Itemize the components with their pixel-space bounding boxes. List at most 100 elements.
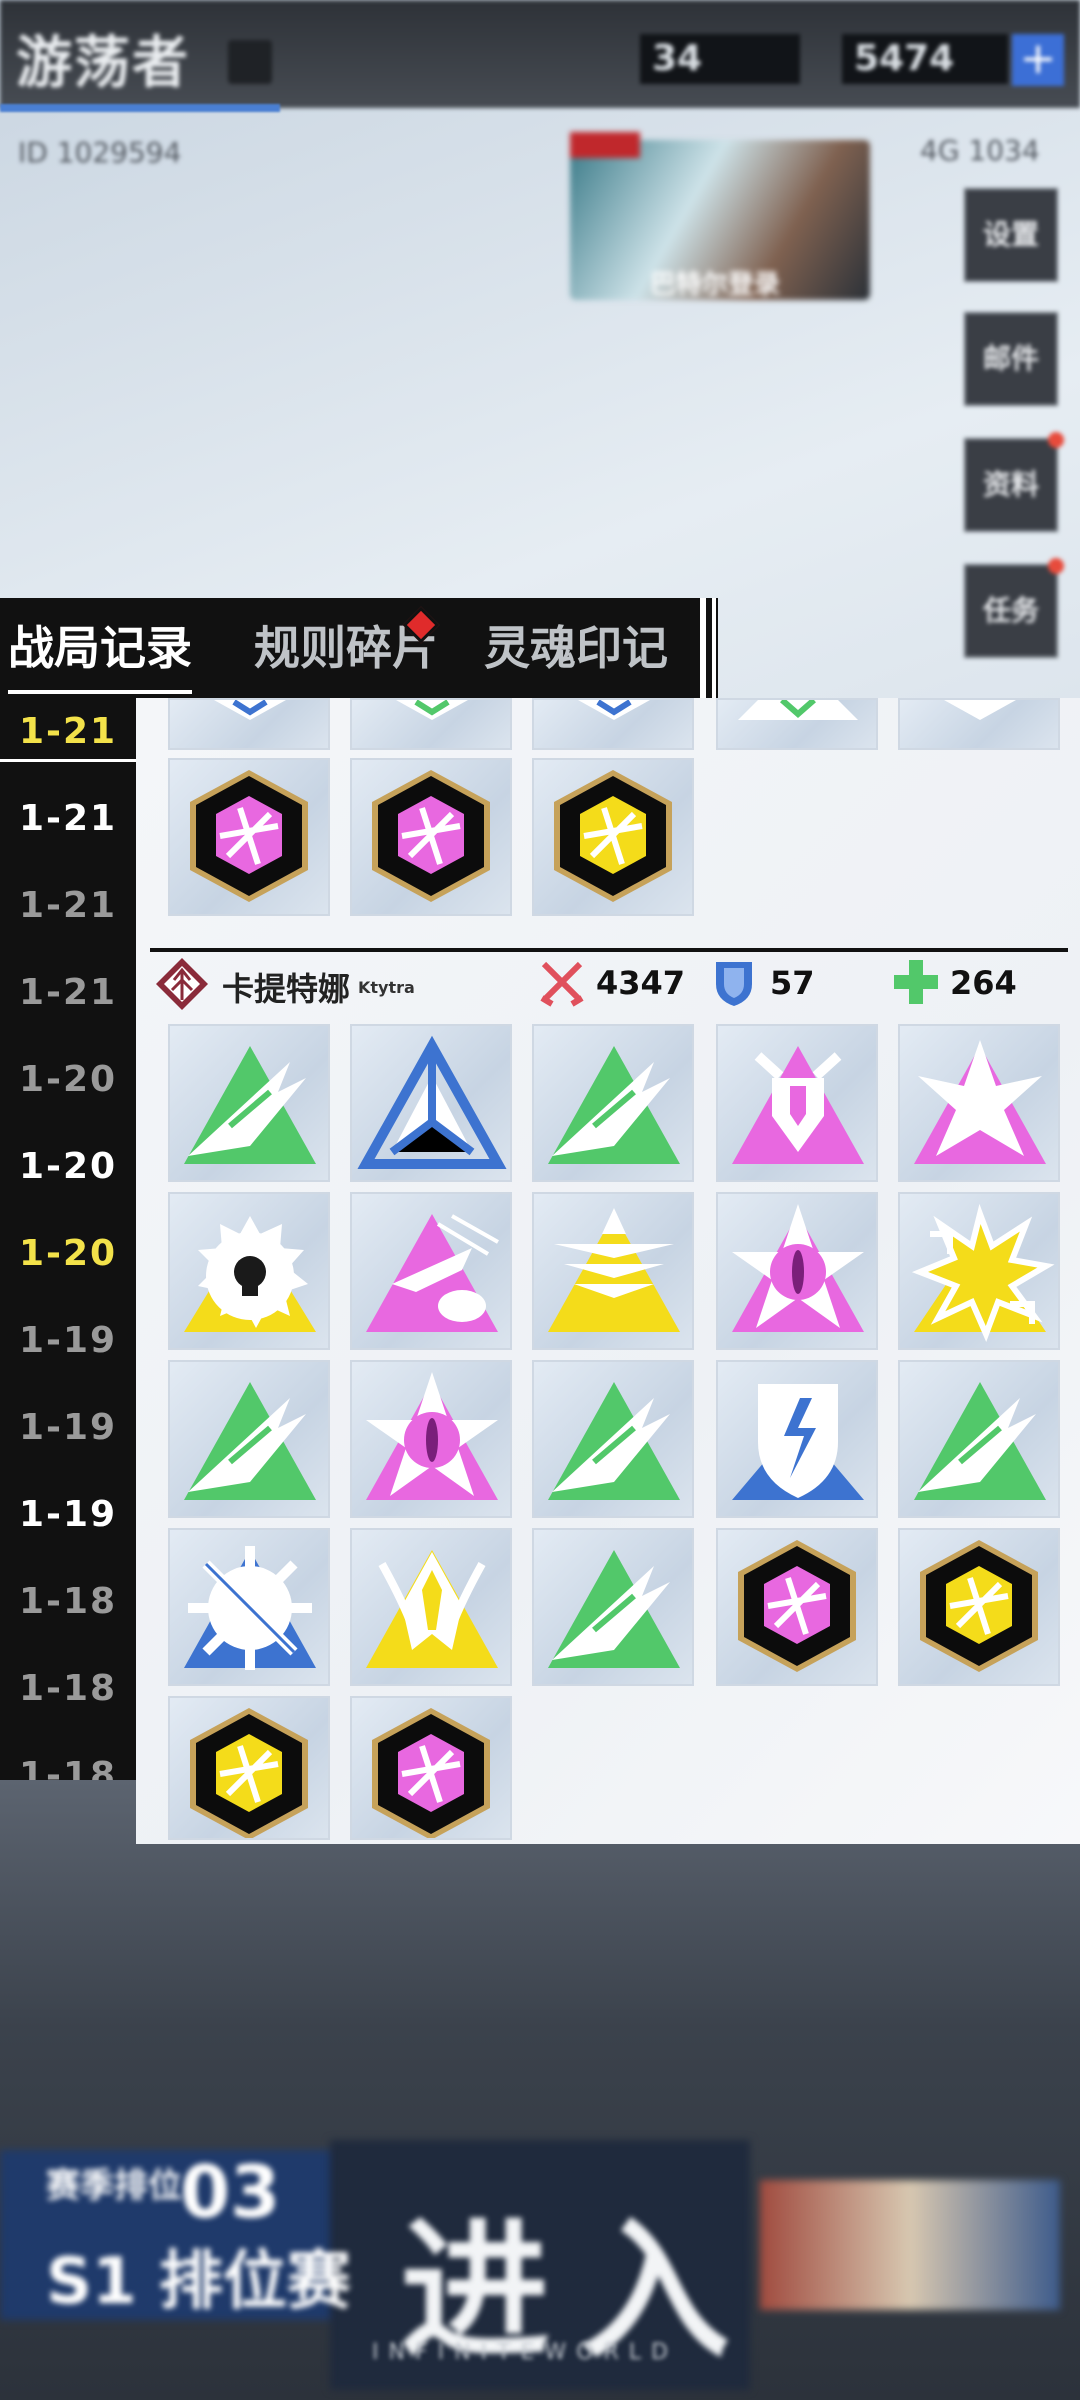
partial-icon xyxy=(944,700,1016,720)
upper-icon-card[interactable] xyxy=(532,698,694,750)
hex-icon xyxy=(372,770,490,902)
record-item[interactable]: 1-21 xyxy=(0,876,136,936)
edit-name-icon[interactable] xyxy=(228,40,272,84)
mail-label: 邮件 xyxy=(982,342,1039,375)
lower-icon-card[interactable] xyxy=(716,1192,878,1350)
partial-icon xyxy=(578,700,650,720)
record-item[interactable]: 1-21 xyxy=(0,963,136,1023)
record-item[interactable]: 1-18 xyxy=(0,1572,136,1632)
profile-label: 资料 xyxy=(982,468,1039,501)
profile-button[interactable]: 资料 xyxy=(964,432,1064,532)
record-item[interactable]: 1-21 xyxy=(0,702,136,762)
tri-outline-icon xyxy=(357,1035,507,1169)
character-portraits xyxy=(760,2180,1060,2310)
lower-icon-card[interactable] xyxy=(350,1528,512,1686)
record-item[interactable]: 1-20 xyxy=(0,1050,136,1110)
notification-dot xyxy=(1048,432,1064,448)
record-tabs: 战局记录 规则碎片 灵魂印记 xyxy=(0,598,718,698)
wing-icon xyxy=(548,1382,680,1500)
defense-value: 57 xyxy=(770,964,815,1002)
sun-blue-icon xyxy=(184,1546,316,1670)
lower-icon-card[interactable] xyxy=(350,1192,512,1350)
lower-icon-card[interactable] xyxy=(168,1528,330,1686)
attack-value: 4347 xyxy=(596,964,686,1002)
tab-edge xyxy=(712,598,716,698)
lower-icon-card[interactable] xyxy=(350,1024,512,1182)
record-item[interactable]: 1-18 xyxy=(0,1659,136,1719)
record-item[interactable]: 1-19 xyxy=(0,1311,136,1371)
player-name[interactable]: 游荡者 xyxy=(16,18,190,99)
wing-icon xyxy=(184,1382,316,1500)
record-item[interactable]: 1-20 xyxy=(0,1224,136,1284)
settings-button[interactable]: 设置 xyxy=(964,188,1058,282)
notification-dot xyxy=(1048,558,1064,574)
hex-icon xyxy=(190,770,308,902)
lower-icon-card[interactable] xyxy=(168,1360,330,1518)
shield-bolt-icon xyxy=(732,1384,864,1500)
currency2-value: 5474 xyxy=(854,38,955,79)
lower-icon-card[interactable] xyxy=(532,1360,694,1518)
record-item[interactable]: 1-20 xyxy=(0,1137,136,1197)
upper-icon-card[interactable] xyxy=(350,758,512,916)
tasks-label: 任务 xyxy=(982,594,1039,627)
lower-icon-card[interactable] xyxy=(532,1192,694,1350)
lower-icon-card[interactable] xyxy=(898,1360,1060,1518)
currency1-display: 34 xyxy=(640,34,800,84)
lower-icon-card[interactable] xyxy=(716,1528,878,1686)
tri-star-icon xyxy=(914,1040,1046,1164)
wing-icon xyxy=(548,1550,680,1668)
server-info: 4G 1034 xyxy=(920,134,1040,167)
upper-icon-card[interactable] xyxy=(898,698,1060,750)
tab-edge xyxy=(700,598,706,698)
record-item[interactable]: 1-18 xyxy=(0,1746,136,1780)
enter-subtitle: INFINITEWORLD xyxy=(372,2340,678,2365)
lower-icon-card[interactable] xyxy=(168,1024,330,1182)
upper-icon-card[interactable] xyxy=(168,758,330,916)
lower-icon-card[interactable] xyxy=(716,1024,878,1182)
lower-icon-card[interactable] xyxy=(168,1696,330,1840)
add-currency-button[interactable]: + xyxy=(1012,34,1064,86)
upper-icon-card[interactable] xyxy=(168,698,330,750)
tri-flame-icon xyxy=(366,1550,498,1668)
tab-soul-marks[interactable]: 灵魂印记 xyxy=(484,612,668,684)
hex-icon xyxy=(920,1540,1038,1672)
lower-icon-card[interactable] xyxy=(716,1360,878,1518)
lower-icon-card[interactable] xyxy=(350,1360,512,1518)
rank-label[interactable]: S1 排位赛 xyxy=(46,2230,351,2322)
upper-icon-card[interactable] xyxy=(532,758,694,916)
upper-icon-card[interactable] xyxy=(350,698,512,750)
lower-icon-card[interactable] xyxy=(898,1528,1060,1686)
wing-icon xyxy=(184,1046,316,1164)
crossed-swords-icon xyxy=(540,961,584,1007)
mail-button[interactable]: 邮件 xyxy=(964,312,1058,406)
lower-icon-card[interactable] xyxy=(350,1696,512,1840)
shield-icon xyxy=(716,962,752,1006)
record-item[interactable]: 1-19 xyxy=(0,1398,136,1458)
player-id: ID 1029594 xyxy=(18,136,182,169)
hex-icon xyxy=(738,1540,856,1672)
season-label: 赛季排位 xyxy=(46,2166,182,2206)
lower-icon-card[interactable] xyxy=(898,1024,1060,1182)
record-list[interactable]: 1-21 1-21 1-21 1-21 1-20 1-20 1-20 1-19 1-19 1-19… xyxy=(0,698,136,1780)
tab-battle-record[interactable]: 战局记录 xyxy=(8,612,192,694)
tasks-button[interactable]: 任务 xyxy=(964,558,1064,658)
currency1-value: 34 xyxy=(652,38,703,79)
event-banner[interactable]: 巴特尔登录 xyxy=(570,132,870,300)
experience-bar xyxy=(0,104,280,112)
wing-icon xyxy=(548,1046,680,1164)
upper-icon-card[interactable] xyxy=(716,698,878,750)
lower-icon-card[interactable] xyxy=(532,1024,694,1182)
settings-label: 设置 xyxy=(982,218,1039,251)
hex-icon xyxy=(554,770,672,902)
top-bar: 游荡者 34 5474 + xyxy=(0,0,1080,108)
record-item[interactable]: 1-21 xyxy=(0,789,136,849)
lower-icon-card[interactable] xyxy=(532,1528,694,1686)
hex-icon xyxy=(372,1708,490,1838)
tri-burst-icon xyxy=(548,1208,680,1332)
lower-icon-card[interactable] xyxy=(168,1192,330,1350)
record-item[interactable]: 1-19 xyxy=(0,1485,136,1545)
lower-icon-card[interactable] xyxy=(898,1192,1060,1350)
wing-icon xyxy=(914,1382,1046,1500)
tri-slash-icon xyxy=(366,1214,499,1332)
cross-icon xyxy=(894,960,938,1004)
